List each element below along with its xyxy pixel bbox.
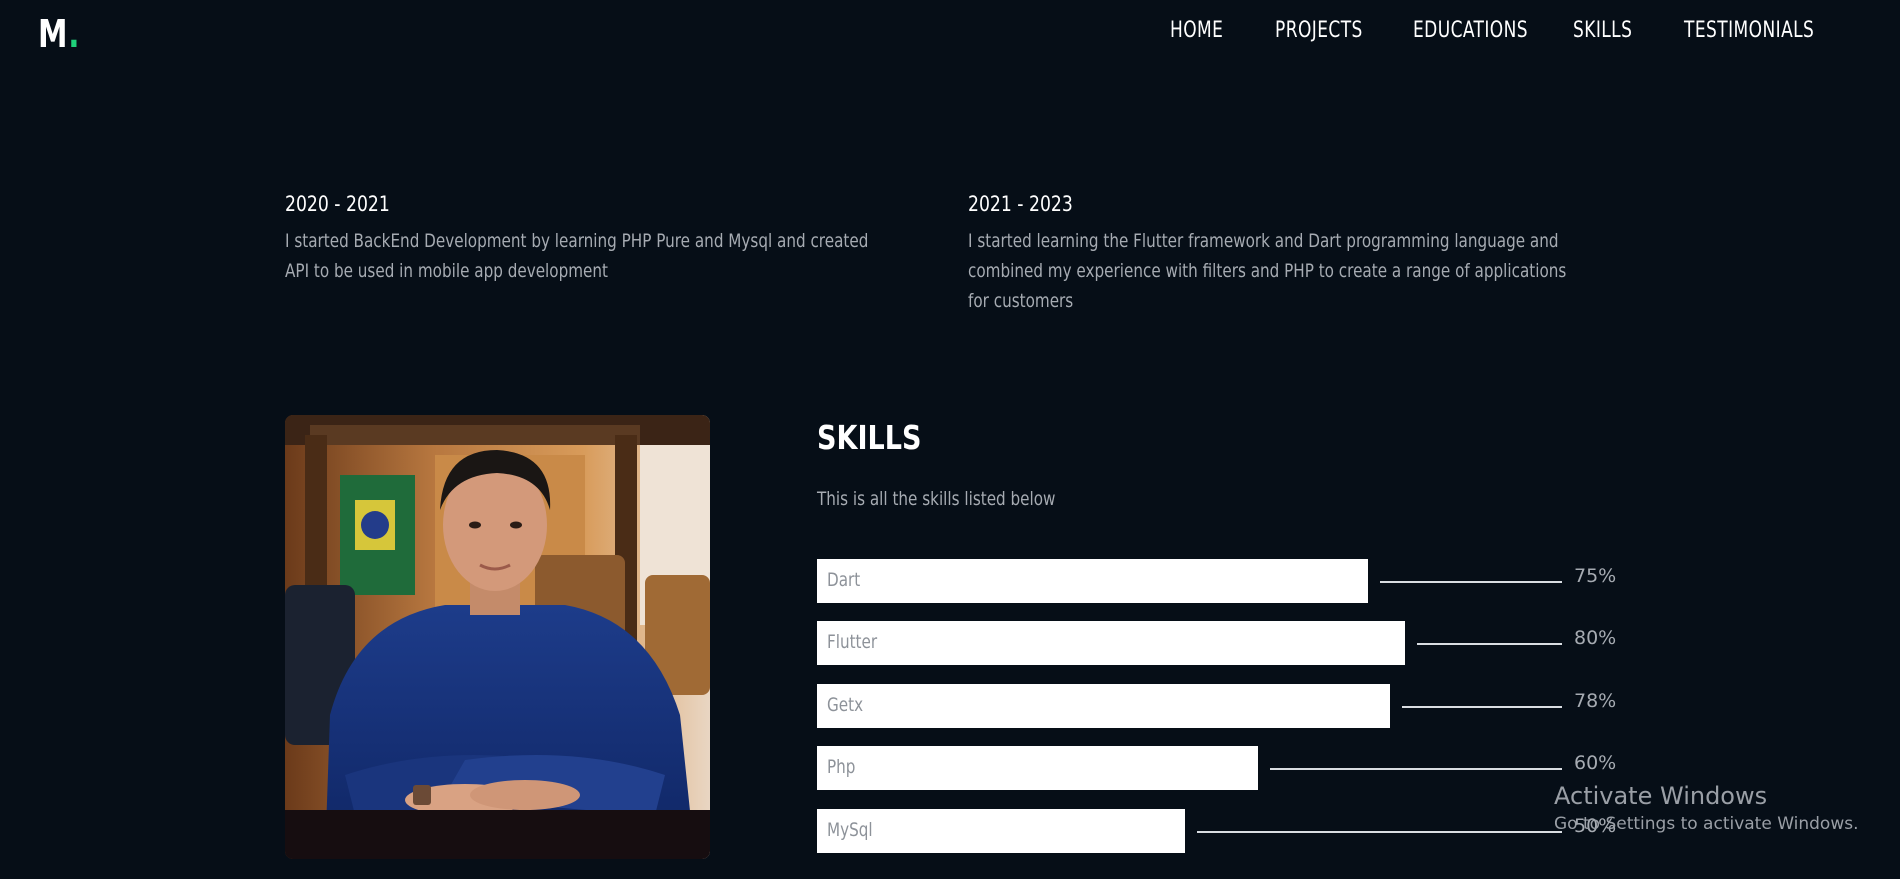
skill-row: MySql 50% [817, 809, 1617, 853]
portfolio-page: M. HOME PROJECTS EDUCATIONS SKILLS TESTI… [0, 0, 1900, 879]
skills-subtitle: This is all the skills listed below [817, 488, 1056, 510]
skill-line [1417, 643, 1562, 645]
nav-projects-link[interactable]: PROJECTS [1275, 18, 1363, 43]
skill-bar: Dart [817, 559, 1368, 603]
skill-row: Getx 78% [817, 684, 1617, 728]
skill-line [1380, 581, 1562, 583]
education-years: 2021 - 2023 [968, 192, 1073, 216]
education-item: 2020 - 2021 I started BackEnd Developmen… [285, 192, 925, 286]
logo-dot: . [68, 12, 81, 56]
skill-name: Getx [827, 694, 864, 716]
watermark-title: Activate Windows [1554, 782, 1768, 810]
skill-name: MySql [827, 819, 873, 841]
education-item: 2021 - 2023 I started learning the Flutt… [968, 192, 1608, 316]
skill-bar: Getx [817, 684, 1390, 728]
site-logo[interactable]: M. [38, 12, 80, 56]
skill-percent: 80% [1574, 627, 1617, 649]
skill-line [1402, 706, 1562, 708]
education-years: 2020 - 2021 [285, 192, 390, 216]
profile-photo [285, 415, 710, 859]
skill-bar: Flutter [817, 621, 1405, 665]
skill-percent: 78% [1574, 690, 1617, 712]
skill-bar: Php [817, 746, 1258, 790]
skill-row: Dart 75% [817, 559, 1617, 603]
skill-percent: 60% [1574, 752, 1617, 774]
nav-testimonials-link[interactable]: TESTIMONIALS [1684, 18, 1814, 43]
education-description: I started learning the Flutter framework… [968, 230, 1567, 312]
skill-line [1270, 768, 1562, 770]
skill-row: Php 60% [817, 746, 1617, 790]
skill-name: Flutter [827, 631, 878, 653]
education-description: I started BackEnd Development by learnin… [285, 230, 869, 282]
logo-letter: M [38, 12, 69, 56]
activate-windows-watermark: Activate Windows Go to Settings to activ… [1554, 782, 1859, 834]
skills-title: SKILLS [817, 418, 922, 457]
skill-row: Flutter 80% [817, 621, 1617, 665]
nav-educations-link[interactable]: EDUCATIONS [1413, 18, 1528, 43]
watermark-subtitle: Go to Settings to activate Windows. [1554, 814, 1859, 834]
nav-skills-link[interactable]: SKILLS [1573, 18, 1632, 43]
skill-name: Dart [827, 569, 861, 591]
nav-home-link[interactable]: HOME [1170, 18, 1223, 43]
skill-name: Php [827, 756, 856, 778]
skill-percent: 75% [1574, 565, 1617, 587]
skill-bar: MySql [817, 809, 1185, 853]
skill-line [1197, 831, 1562, 833]
